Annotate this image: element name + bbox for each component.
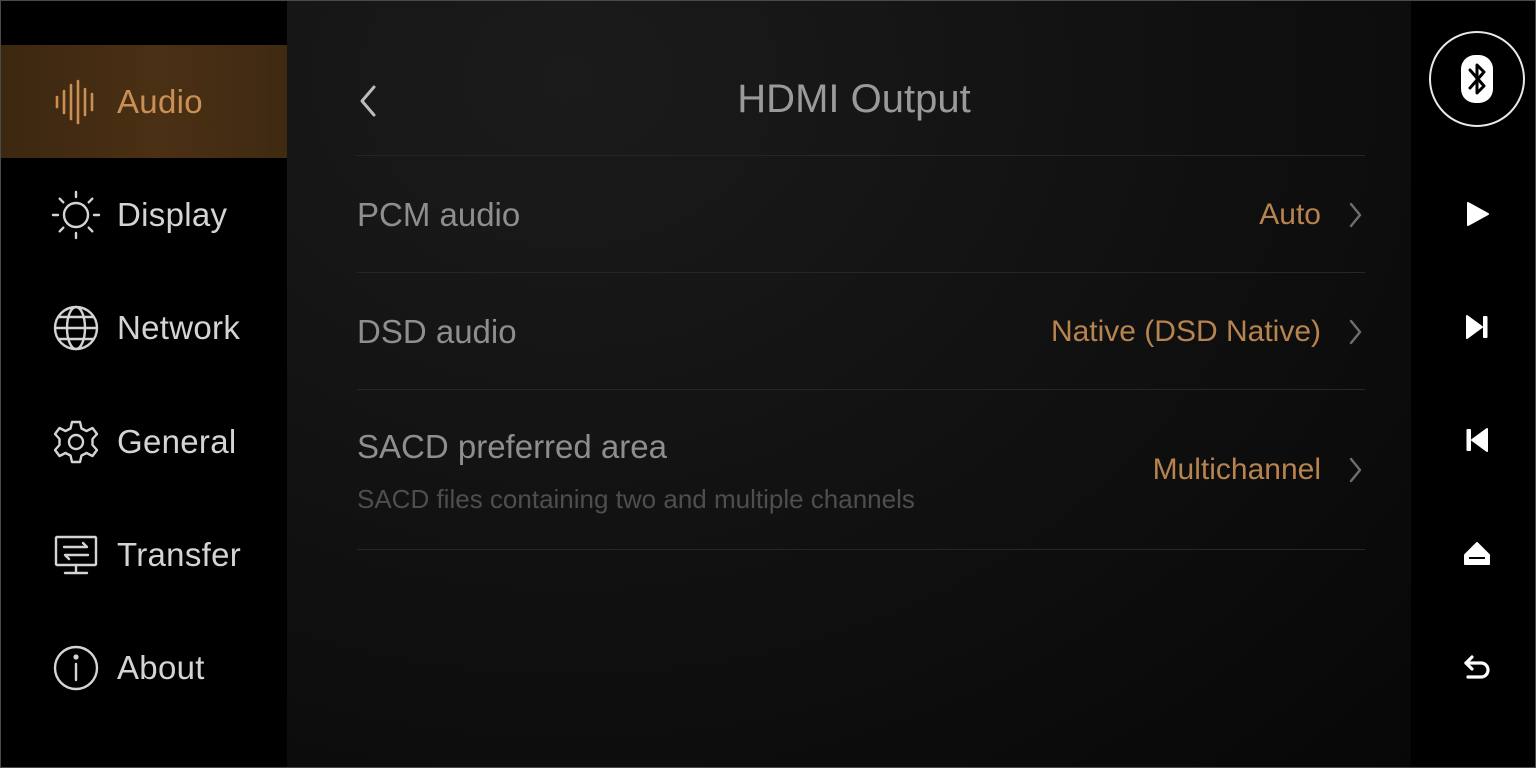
- page-title: HDMI Output: [737, 77, 971, 121]
- sidebar-item-network[interactable]: Network: [1, 271, 287, 384]
- bluetooth-icon: [1461, 55, 1493, 103]
- sidebar-item-label: Network: [117, 308, 241, 346]
- waveform-icon: [51, 77, 101, 127]
- next-track-icon: [1466, 315, 1488, 339]
- sidebar: Audio Display Network General Transfer A…: [1, 1, 287, 767]
- setting-label: SACD preferred area: [357, 428, 667, 465]
- eject-button[interactable]: [1457, 534, 1497, 574]
- info-icon: [51, 643, 101, 693]
- play-button[interactable]: [1457, 194, 1497, 234]
- return-icon: [1464, 655, 1490, 679]
- divider: [357, 549, 1365, 550]
- chevron-right-icon: [1349, 319, 1362, 345]
- sidebar-item-label: Display: [117, 195, 228, 233]
- control-strip: [1411, 1, 1535, 767]
- sidebar-item-label: General: [117, 422, 237, 460]
- sidebar-item-label: Audio: [117, 82, 203, 120]
- setting-label: DSD audio: [357, 313, 517, 350]
- globe-icon: [51, 303, 101, 353]
- sidebar-item-audio[interactable]: Audio: [1, 45, 287, 158]
- eject-icon: [1464, 542, 1490, 565]
- setting-value: Auto: [1259, 198, 1321, 231]
- gear-icon: [51, 417, 101, 467]
- sidebar-item-label: Transfer: [117, 535, 242, 573]
- main-panel: HDMI Output PCM audio Auto DSD audio Nat…: [287, 1, 1411, 767]
- sidebar-item-display[interactable]: Display: [1, 158, 287, 271]
- setting-value: Multichannel: [1152, 453, 1321, 486]
- sidebar-item-about[interactable]: About: [1, 611, 287, 724]
- play-icon: [1467, 202, 1489, 226]
- setting-label: PCM audio: [357, 196, 521, 233]
- setting-description: SACD files containing two and multiple c…: [357, 484, 915, 514]
- sun-icon: [51, 190, 101, 240]
- chevron-right-icon: [1349, 202, 1362, 228]
- setting-row-dsd-audio[interactable]: DSD audio Native (DSD Native): [357, 273, 1365, 389]
- setting-row-pcm-audio[interactable]: PCM audio Auto: [357, 156, 1365, 272]
- setting-row-sacd-preferred-area[interactable]: SACD preferred area SACD files containin…: [357, 390, 1365, 549]
- transfer-icon: [51, 530, 101, 580]
- previous-track-icon: [1466, 428, 1488, 452]
- bluetooth-button[interactable]: [1429, 31, 1525, 127]
- setting-value: Native (DSD Native): [1050, 315, 1321, 348]
- next-track-button[interactable]: [1457, 307, 1497, 347]
- app-window: Audio Display Network General Transfer A…: [0, 0, 1536, 768]
- sidebar-item-transfer[interactable]: Transfer: [1, 498, 287, 611]
- previous-track-button[interactable]: [1457, 420, 1497, 460]
- sidebar-item-label: About: [117, 648, 205, 686]
- sidebar-item-general[interactable]: General: [1, 385, 287, 498]
- return-button[interactable]: [1457, 647, 1497, 687]
- chevron-right-icon: [1349, 457, 1362, 483]
